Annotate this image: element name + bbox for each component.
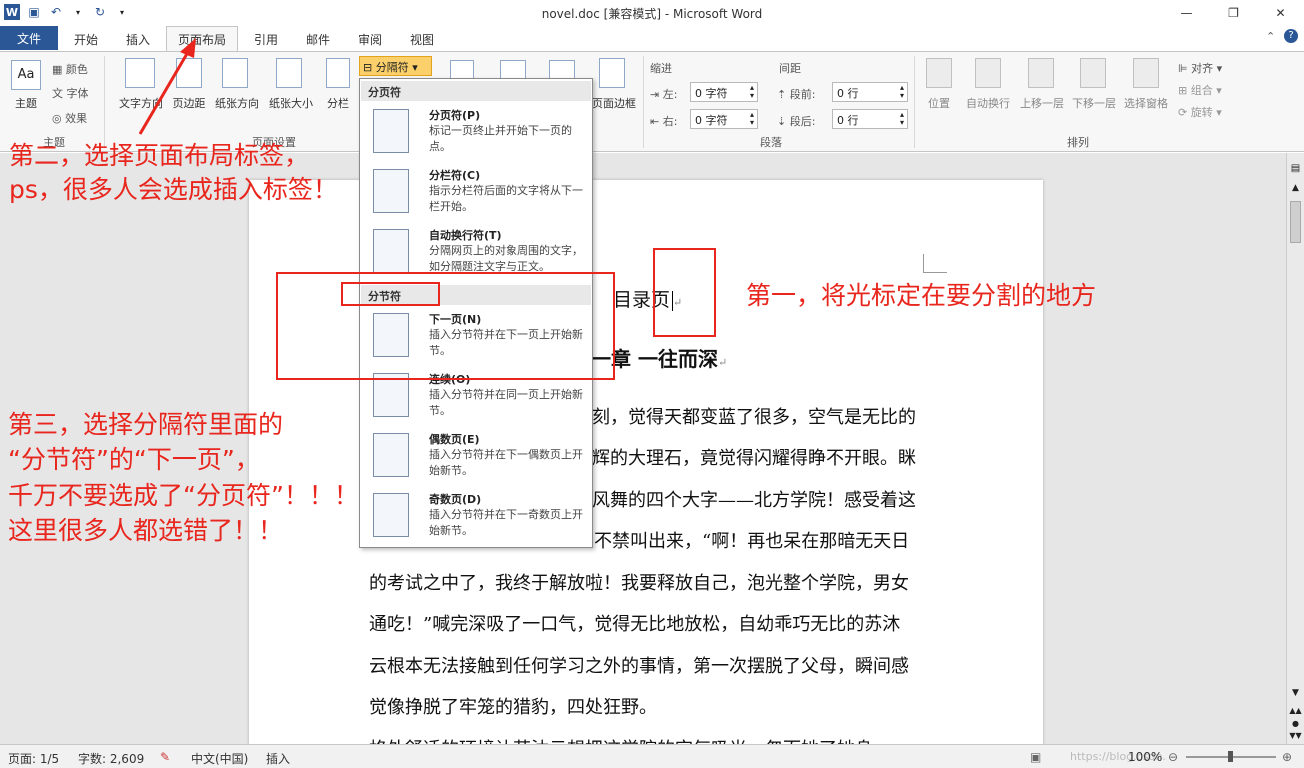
annotation-arrow: [138, 38, 196, 135]
proofing-icon[interactable]: ✎: [160, 750, 170, 764]
section-break-highlight-box: [276, 272, 615, 380]
annotation-step3-line4: 这里很多人都选错了！！: [8, 516, 284, 545]
cursor-highlight-box: [653, 248, 716, 337]
annotation-step1: 第一，将光标定在要分割的地方: [746, 281, 1097, 310]
annotation-step3-line1: 第三，选择分隔符里面的: [8, 410, 284, 439]
language[interactable]: 中文(中国): [191, 750, 248, 767]
view-print-layout-icon[interactable]: ▣: [1030, 750, 1041, 764]
zoom-slider-thumb[interactable]: [1228, 751, 1233, 762]
annotation-step2-line2: ps，很多人会选成插入标签！: [9, 175, 338, 204]
zoom-in-icon[interactable]: ⊕: [1282, 750, 1292, 764]
section-header-highlight-box: [341, 282, 440, 306]
insert-mode[interactable]: 插入: [266, 750, 290, 767]
zoom-level[interactable]: 100%: [1128, 750, 1162, 764]
status-bar: 页面: 1/5 字数: 2,609 ✎ 中文(中国) 插入 https://bl…: [0, 744, 1304, 768]
zoom-out-icon[interactable]: ⊖: [1168, 750, 1178, 764]
annotation-step3-line2: “分节符”的“下一页”，: [8, 445, 260, 474]
annotation-step3-line3: 千万不要选成了“分页符”！！！: [8, 481, 359, 510]
annotation-step2-line1: 第二，选择页面布局标签，: [9, 141, 310, 170]
word-count[interactable]: 字数: 2,609: [78, 750, 144, 767]
page-count[interactable]: 页面: 1/5: [8, 750, 59, 767]
